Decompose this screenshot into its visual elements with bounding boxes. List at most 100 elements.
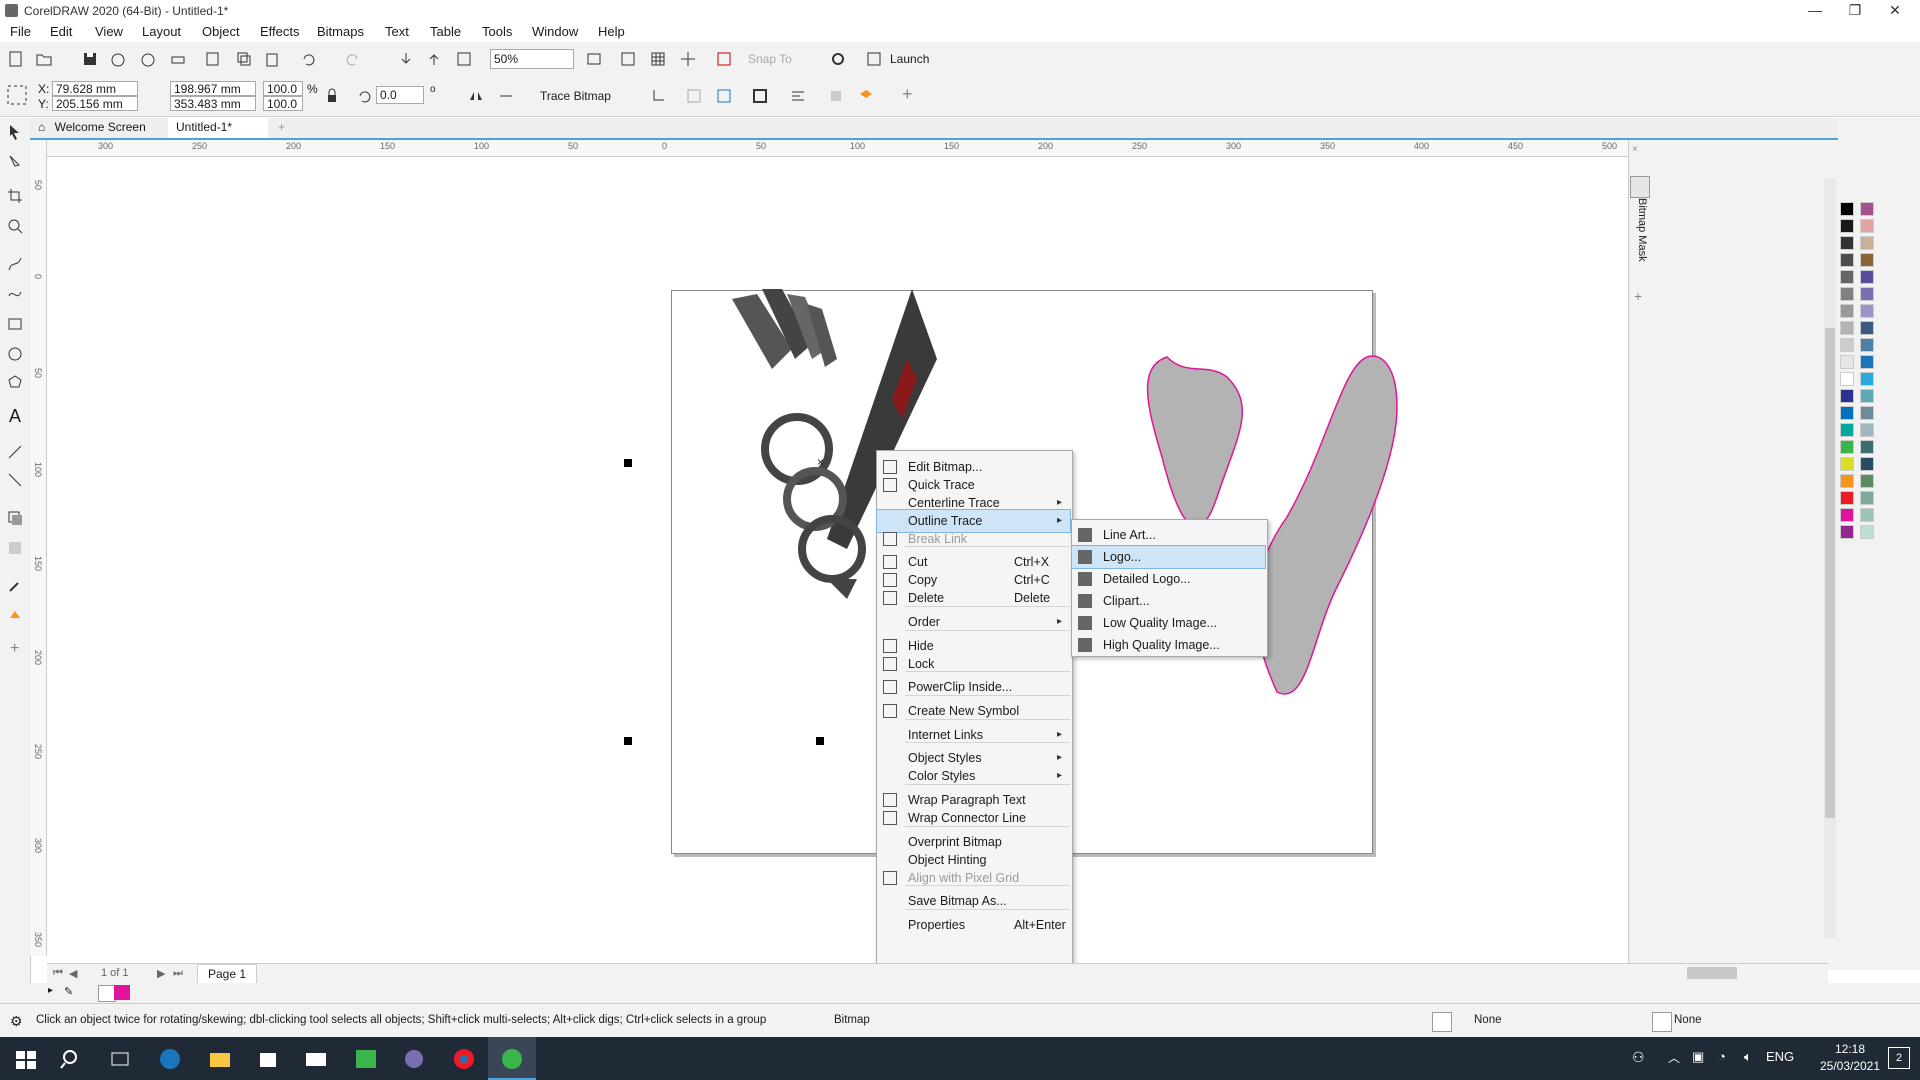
color-swatch[interactable] [1840,406,1854,420]
eyedropper-small-icon[interactable]: ✎ [64,985,73,998]
interactive-fill-icon[interactable] [7,608,23,624]
tab-welcome-screen[interactable]: ⌂ Welcome Screen [30,118,166,138]
pick-tool-icon[interactable] [7,124,23,140]
color-swatch[interactable] [1840,474,1854,488]
drawing-canvas[interactable]: × [47,157,1627,963]
color-swatch[interactable] [1840,202,1854,216]
freehand-tool-icon[interactable] [7,256,23,272]
color-swatch[interactable] [1840,508,1854,522]
trace-bitmap-dropdown[interactable]: Trace Bitmap [540,89,611,103]
close-icon[interactable]: ✕ [1880,0,1910,22]
volume-icon[interactable]: 🔈︎ [1744,1049,1752,1065]
bitmap-mask-tab-icon[interactable] [1630,176,1650,198]
x-position-field[interactable]: 79.628 mm [52,81,138,96]
parallel-dimension-icon[interactable] [7,444,23,460]
menu-effects[interactable]: Effects [260,24,300,39]
color-swatch[interactable] [1860,287,1874,301]
add-icon[interactable]: + [902,84,913,105]
color-swatch[interactable] [1840,491,1854,505]
trace-option-detailed-logo[interactable]: Detailed Logo... [1072,568,1265,590]
launch-dropdown[interactable]: Launch [890,52,929,66]
launch-icon[interactable] [866,51,882,67]
to-front-icon[interactable] [828,88,844,104]
cloud-download-icon[interactable] [140,51,156,67]
color-swatch[interactable] [1860,474,1874,488]
polygon-tool-icon[interactable] [7,374,23,390]
options-gear-icon[interactable] [830,51,846,67]
rectangle-tool-icon[interactable] [7,316,23,332]
color-swatch[interactable] [1860,355,1874,369]
menu-table[interactable]: Table [430,24,461,39]
zoom-tool-icon[interactable] [7,218,23,234]
menu-tools[interactable]: Tools [482,24,512,39]
color-swatch[interactable] [1860,236,1874,250]
crop-bitmap-icon[interactable] [650,88,666,104]
add-tool-icon[interactable]: + [10,640,19,658]
page-1-tab[interactable]: Page 1 [197,964,258,985]
trace-option-clipart[interactable]: Clipart... [1072,590,1265,612]
print-icon[interactable] [170,51,186,67]
color-swatch[interactable] [1840,304,1854,318]
scrollbar-thumb[interactable] [1825,328,1835,818]
text-tool-icon[interactable]: A [9,406,21,427]
drop-shadow-icon[interactable] [7,510,23,526]
mirror-horizontal-icon[interactable] [468,88,484,104]
color-swatch[interactable] [1840,525,1854,539]
menu-layout[interactable]: Layout [142,24,181,39]
color-swatch[interactable] [1840,440,1854,454]
trace-option-logo[interactable]: Logo... [1071,545,1266,569]
color-swatch[interactable] [1840,389,1854,403]
scale-height-field[interactable]: 100.0 [263,96,303,111]
color-swatch[interactable] [1840,287,1854,301]
horizontal-scrollbar-thumb[interactable] [1687,967,1737,979]
vertical-scrollbar[interactable] [1824,178,1836,938]
rotation-center-icon[interactable]: × [817,455,824,469]
mail-icon[interactable] [300,1043,332,1075]
crop-tool-icon[interactable] [7,188,23,204]
new-document-icon[interactable] [8,51,24,67]
cloud-upload-icon[interactable] [110,51,126,67]
color-swatch[interactable] [1860,440,1874,454]
search-icon[interactable] [56,1043,88,1075]
mirror-vertical-icon[interactable] [498,88,514,104]
menu-object[interactable]: Object [202,24,240,39]
wifi-icon[interactable]: ◔ [1718,1049,1726,1064]
status-gear-icon[interactable]: ⚙ [10,1013,23,1030]
photos-icon[interactable] [350,1043,382,1075]
menu-file[interactable]: File [10,24,31,39]
task-view-icon[interactable] [104,1043,136,1075]
color-swatch[interactable] [1840,219,1854,233]
grid-icon[interactable] [650,51,666,67]
next-page-icon[interactable]: ▶ [157,967,165,980]
file-explorer-icon[interactable] [204,1043,236,1075]
fill-none-icon[interactable] [1432,1012,1452,1032]
trace-option-line-art[interactable]: Line Art... [1072,524,1265,546]
selection-handle[interactable] [624,737,632,745]
color-swatch[interactable] [1840,236,1854,250]
tray-apps-icon[interactable]: ▣ [1692,1049,1704,1065]
color-swatch[interactable] [1860,270,1874,284]
selection-handle[interactable] [816,737,824,745]
snap-off-icon[interactable] [716,51,732,67]
zoom-level-select[interactable]: 50% [490,49,574,69]
people-icon[interactable]: ⚇ [1632,1049,1645,1066]
color-swatch[interactable] [1860,406,1874,420]
color-swatch[interactable] [1840,355,1854,369]
selection-handle[interactable] [624,459,632,467]
export-pdf-icon[interactable] [456,51,472,67]
rulers-icon[interactable] [620,51,636,67]
tray-chevron-icon[interactable]: ︿ [1668,1049,1680,1066]
layers-icon[interactable] [858,88,874,104]
color-swatch[interactable] [1840,270,1854,284]
open-folder-icon[interactable] [36,51,52,67]
clock-date[interactable]: 25/03/2021 [1810,1059,1890,1073]
lock-ratio-icon[interactable] [324,88,340,104]
add-docker-icon[interactable]: + [1634,288,1642,304]
wrap-text-icon[interactable] [790,88,806,104]
teams-icon[interactable] [398,1043,430,1075]
color-swatch[interactable] [1840,457,1854,471]
menu-bitmaps[interactable]: Bitmaps [317,24,364,39]
guidelines-icon[interactable] [680,51,696,67]
resample-icon[interactable] [686,88,702,104]
menu-edit[interactable]: Edit [50,24,72,39]
